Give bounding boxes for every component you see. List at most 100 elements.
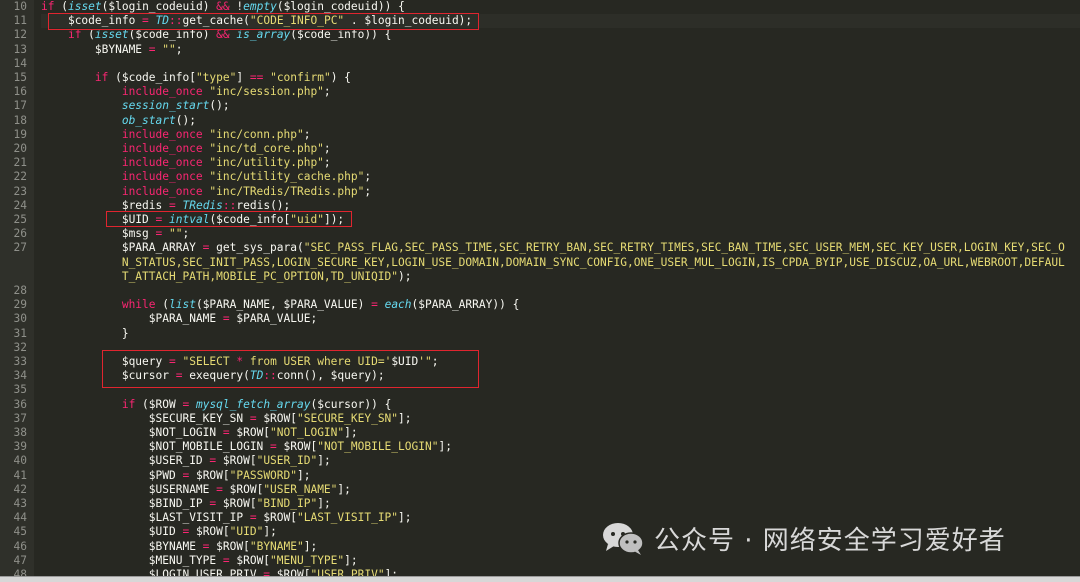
code-token: "SELECT (182, 355, 237, 368)
code-token: ]; (398, 411, 412, 425)
line-number: 46 (13, 539, 27, 553)
code-line[interactable]: 30 $PARA_NAME = $PARA_VALUE; (0, 312, 1080, 326)
code-line[interactable]: 34 $cursor = exequery(TD::conn(), $query… (0, 369, 1080, 383)
code-line[interactable]: 29 while (list($PARA_NAME, $PARA_VALUE) … (0, 298, 1080, 312)
code-line[interactable]: 11 $code_info = TD::get_cache("CODE_INFO… (0, 14, 1080, 28)
code-line[interactable]: 35 (0, 383, 1080, 397)
line-number: 18 (13, 113, 27, 127)
code-token: '" (418, 355, 432, 368)
code-token: $UID (148, 525, 183, 539)
code-token: "SEC_PASS_FLAG,SEC_PASS_TIME,SEC_RETRY_B… (303, 241, 1065, 255)
code-token: "MENU_TYPE" (270, 553, 345, 567)
code-token: ob_start (121, 113, 176, 127)
code-token: $NOT_MOBILE_LOGIN (148, 440, 271, 454)
code-token: "CODE_INFO_PC" (249, 14, 345, 28)
code-token: $ROW[ (229, 426, 271, 439)
code-line[interactable]: 24 $redis = TRedis::redis(); (0, 199, 1080, 213)
code-token: ($cursor)) { (310, 397, 392, 411)
code-line[interactable]: 17 session_start(); (0, 99, 1080, 113)
code-token: $LAST_VISIT_IP (148, 511, 250, 525)
code-line[interactable]: 28 (0, 284, 1080, 298)
code-token: $query (121, 355, 169, 368)
line-number: 41 (13, 468, 27, 482)
code-line[interactable]: 33 $query = "SELECT * from USER where UI… (0, 355, 1080, 369)
line-number: 33 (13, 355, 27, 368)
watermark-text: 公众号 · 网络安全学习爱好者 (654, 525, 1006, 556)
code-token: ]; (303, 539, 318, 553)
code-line[interactable]: 31 } (0, 327, 1080, 341)
code-line[interactable]: 40 $USER_ID = $ROW["USER_ID"]; (0, 454, 1080, 468)
code-token: "BYNAME" (249, 539, 304, 553)
line-number: 35 (13, 383, 27, 397)
code-line[interactable]: 43 $BIND_IP = $ROW["BIND_IP"]; (0, 497, 1080, 511)
code-token: ( (54, 0, 68, 13)
code-line[interactable]: 38 $NOT_LOGIN = $ROW["NOT_LOGIN"]; (0, 426, 1080, 440)
code-token: ; (431, 355, 439, 368)
code-text: include_once "inc/td_core.php"; (41, 142, 1080, 156)
code-token: "inc/utility_cache.php" (209, 170, 365, 184)
code-text: if ($code_info["type"] == "confirm") { (41, 71, 1080, 85)
code-token: "SECURE_KEY_SN" (297, 411, 399, 425)
line-number: 34 (13, 369, 27, 383)
code-line[interactable]: 13 $BYNAME = ""; (0, 43, 1080, 57)
code-line[interactable]: N_STATUS,SEC_INIT_PASS,LOGIN_SECURE_KEY,… (0, 256, 1080, 270)
code-line[interactable]: 41 $PWD = $ROW["PASSWORD"]; (0, 469, 1080, 483)
code-line[interactable]: 42 $USERNAME = $ROW["USER_NAME"]; (0, 483, 1080, 497)
code-token: ($code_info)) { (290, 28, 392, 42)
code-line[interactable]: 32 (0, 341, 1080, 355)
code-text: $LOGIN_USER_PRIV = $ROW["USER_PRIV"]; (41, 568, 1080, 576)
line-number: 37 (13, 411, 27, 425)
code-token: ]; (337, 482, 351, 496)
code-line[interactable]: 23 include_once "inc/TRedis/TRedis.php"; (0, 185, 1080, 199)
code-line[interactable]: 18 ob_start(); (0, 114, 1080, 128)
code-line[interactable]: 12 if (isset($code_info) && is_array($co… (0, 28, 1080, 42)
code-line[interactable]: 10 if (isset($login_codeuid) && !empty($l… (0, 0, 1080, 14)
code-line[interactable]: 27 $PARA_ARRAY = get_sys_para("SEC_PASS_… (0, 241, 1080, 255)
code-line[interactable]: 16 include_once "inc/session.php"; (0, 85, 1080, 99)
code-token: mysql_fetch_array (195, 397, 311, 411)
code-line[interactable]: 14 (0, 57, 1080, 71)
code-text: $USERNAME = $ROW["USER_NAME"]; (41, 483, 1080, 497)
code-token: (); (209, 99, 230, 113)
code-line[interactable]: T_ATTACH_PATH,MOBILE_PC_OPTION,TD_UNIQID… (0, 270, 1080, 284)
code-token: $BYNAME (94, 42, 149, 56)
line-number: 12 (13, 28, 27, 42)
code-token: $USER_ID (148, 454, 210, 468)
code-text: while (list($PARA_NAME, $PARA_VALUE) = e… (41, 298, 1080, 312)
code-token: each (384, 298, 412, 312)
code-token: ]; (317, 454, 331, 468)
code-token: if (121, 397, 136, 411)
code-line[interactable]: 36 if ($ROW = mysql_fetch_array($cursor)… (0, 398, 1080, 412)
code-token: = (222, 312, 230, 326)
line-number: 13 (13, 42, 27, 56)
code-text: $PARA_ARRAY = get_sys_para("SEC_PASS_FLA… (41, 241, 1080, 255)
code-line[interactable]: 39 $NOT_MOBILE_LOGIN = $ROW["NOT_MOBILE_… (0, 440, 1080, 454)
code-line[interactable]: 21 include_once "inc/utility.php"; (0, 156, 1080, 170)
code-token: :: (222, 198, 237, 212)
code-line[interactable]: 25 $UID = intval($code_info["uid"]); (0, 213, 1080, 227)
code-token: is_array (236, 28, 291, 42)
code-editor[interactable]: 10 if (isset($login_codeuid) && !empty($l… (0, 0, 1080, 576)
code-text: if (isset($code_info) && is_array($code_… (41, 28, 1080, 42)
code-line[interactable]: 37 $SECURE_KEY_SN = $ROW["SECURE_KEY_SN"… (0, 412, 1080, 426)
code-text: session_start(); (41, 99, 1080, 113)
code-line[interactable]: 22 include_once "inc/utility_cache.php"; (0, 170, 1080, 184)
code-token: $msg (121, 227, 156, 241)
code-line[interactable]: 48 $LOGIN_USER_PRIV = $ROW["USER_PRIV"]; (0, 568, 1080, 576)
code-text: $cursor = exequery(TD::conn(), $query); (41, 369, 1080, 383)
code-text: include_once "inc/session.php"; (41, 85, 1080, 99)
line-number: 28 (13, 284, 27, 297)
code-line[interactable]: 20 include_once "inc/td_core.php"; (0, 142, 1080, 156)
line-number: 16 (13, 85, 27, 99)
code-token: $ROW[ (229, 553, 271, 567)
code-line[interactable]: 15 if ($code_info["type"] == "confirm") … (0, 71, 1080, 85)
line-number: 44 (13, 511, 27, 525)
line-number: 40 (13, 454, 27, 468)
line-number: 38 (13, 426, 27, 439)
code-line[interactable]: 26 $msg = ""; (0, 227, 1080, 241)
code-token: empty (243, 0, 277, 13)
code-line[interactable]: 19 include_once "inc/conn.php"; (0, 128, 1080, 142)
code-token: $BYNAME (148, 539, 203, 553)
